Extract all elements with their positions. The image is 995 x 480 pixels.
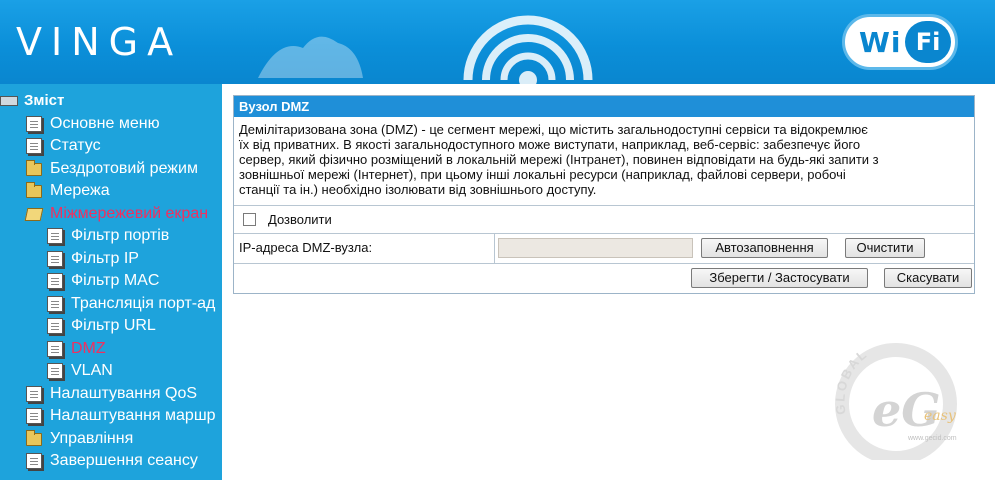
description-line: Демілітаризована зона (DMZ) - це сегмент… [239, 122, 868, 137]
dmz-ip-label: IP-адреса DMZ-вузла: [239, 240, 373, 255]
sidebar-item-label: DMZ [71, 340, 106, 357]
sidebar-item-label: Трансляція порт-ад [71, 295, 216, 312]
wifi-badge-fi: Fi [905, 21, 951, 63]
computer-icon [0, 96, 18, 106]
description-line: станції та ін.) необхідно ізолювати від … [239, 182, 597, 197]
wifi-signal-icon [463, 15, 593, 84]
document-icon [26, 116, 42, 132]
sidebar-item-label: Статус [50, 137, 101, 154]
document-icon [26, 386, 42, 402]
header-banner: VINGA Wi Fi [0, 0, 995, 84]
sidebar-item-label: Фільтр портів [71, 227, 170, 244]
ip-row: IP-адреса DMZ-вузла: Автозаповнення Очис… [234, 233, 974, 263]
sidebar-item-label: Зміст [24, 92, 65, 109]
enable-row: Дозволити [234, 206, 974, 233]
folder-icon [26, 430, 42, 446]
clear-button[interactable]: Очистити [845, 238, 925, 258]
autofill-button[interactable]: Автозаповнення [701, 238, 828, 258]
gecid-watermark: GLOBAL eG easy www.gecid.com [832, 343, 957, 460]
wifi-badge: Wi Fi [842, 14, 958, 70]
document-icon [26, 138, 42, 154]
document-icon [47, 363, 63, 379]
brand-logo: VINGA [16, 20, 183, 64]
sidebar-item-label: VLAN [71, 362, 113, 379]
divider [494, 233, 495, 263]
description-line: зовнішньої мережі (Інтернет), при цьому … [239, 167, 846, 182]
sidebar-item-label: Міжмережевий екран [50, 205, 209, 222]
document-icon [47, 318, 63, 334]
actions-row: Зберегти / Застосувати Скасувати [234, 263, 974, 293]
svg-text:GLOBAL: GLOBAL [832, 346, 870, 416]
save-apply-button[interactable]: Зберегти / Застосувати [691, 268, 868, 288]
enable-label: Дозволити [268, 212, 332, 227]
sidebar-item-label: Основне меню [50, 115, 160, 132]
dmz-description: Демілітаризована зона (DMZ) - це сегмент… [239, 122, 971, 197]
document-icon [47, 341, 63, 357]
sidebar-item-label: Налаштування QoS [50, 385, 198, 402]
sidebar-item-label: Управління [50, 430, 134, 447]
document-icon [26, 453, 42, 469]
sidebar-item-label: Мережа [50, 182, 110, 199]
sidebar-item-label: Фільтр IP [71, 250, 139, 267]
description-line: їх від приватних. В якості загальнодосту… [239, 137, 861, 152]
folder-icon [26, 160, 42, 176]
sidebar-item-label: Завершення сеансу [50, 452, 198, 469]
document-icon [47, 228, 63, 244]
document-icon [26, 408, 42, 424]
sidebar-item-label: Налаштування маршр [50, 407, 216, 424]
panel-title: Вузол DMZ [234, 96, 974, 117]
document-icon [47, 296, 63, 312]
dmz-ip-input[interactable] [498, 238, 693, 258]
watermark-word: easy [924, 408, 957, 424]
enable-checkbox[interactable] [243, 213, 256, 226]
document-icon [47, 273, 63, 289]
hands-illustration [258, 36, 363, 78]
watermark-ring-text: GLOBAL [832, 346, 868, 416]
description-line: сервер, який фізично розміщений в локаль… [239, 152, 879, 167]
sidebar-item-label: Фільтр MAC [71, 272, 160, 289]
folder-icon [26, 182, 42, 198]
watermark-url: www.gecid.com [907, 435, 957, 442]
sidebar-item-label: Фільтр URL [71, 317, 156, 334]
cancel-button[interactable]: Скасувати [884, 268, 972, 288]
document-icon [47, 251, 63, 267]
wifi-badge-wi: Wi [859, 26, 902, 59]
open-folder-icon [24, 208, 44, 221]
sidebar-item-label: Бездротовий режим [50, 160, 198, 177]
dmz-settings-panel: Вузол DMZ Демілітаризована зона (DMZ) - … [233, 95, 975, 294]
sidebar-nav: Зміст Основне меню Статус Бездротовий ре… [0, 84, 222, 480]
